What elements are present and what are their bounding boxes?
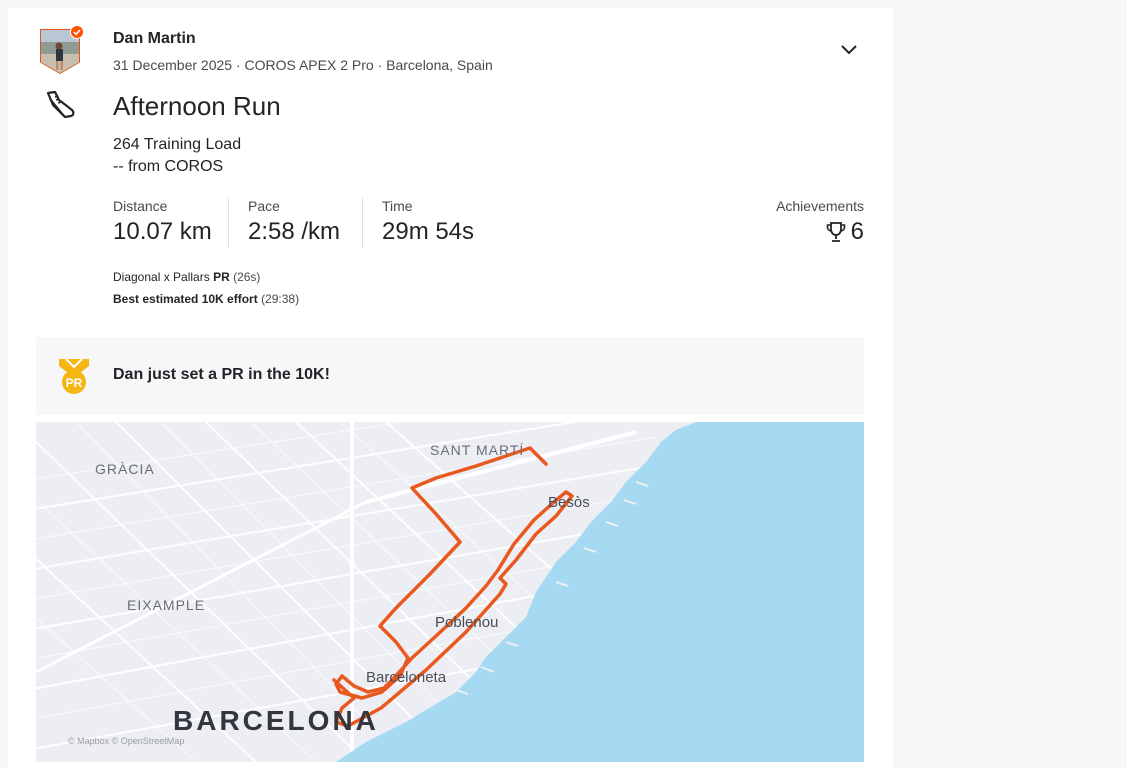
- map-label-eixample: EIXAMPLE: [127, 597, 206, 613]
- route-map[interactable]: GRÀCIA SANT MARTÍ EIXAMPLE Besòs Pobleno…: [36, 422, 864, 762]
- stat-label: Distance: [113, 198, 168, 214]
- segment-effort[interactable]: Diagonal x Pallars PR (26s): [113, 270, 260, 284]
- segment-detail: (26s): [233, 270, 261, 284]
- training-load: 264 Training Load: [113, 136, 242, 153]
- stat-time: Time 29m 54s: [382, 198, 474, 246]
- stat-value: 2:58 /km: [248, 218, 341, 245]
- pr-banner[interactable]: PR Dan just set a PR in the 10K!: [36, 337, 864, 415]
- stat-label: Time: [382, 198, 413, 214]
- activity-meta: 31 December 2025 · COROS APEX 2 Pro · Ba…: [113, 57, 493, 73]
- map-label-besos: Besòs: [548, 494, 590, 511]
- map-label-poblenou: Poblenou: [435, 614, 499, 631]
- stat-label: Pace: [248, 198, 280, 214]
- segment-name: Diagonal x Pallars: [113, 270, 210, 284]
- athlete-name[interactable]: Dan Martin: [113, 30, 196, 48]
- stat-label: Achievements: [776, 198, 864, 214]
- map-label-barcelona: BARCELONA: [173, 705, 379, 736]
- activity-card: Dan Martin 31 December 2025 · COROS APEX…: [8, 8, 893, 768]
- trophy-icon: [826, 222, 845, 242]
- chevron-down-icon[interactable]: [838, 38, 860, 60]
- stat-distance: Distance 10.07 km: [113, 198, 212, 246]
- activity-title[interactable]: Afternoon Run: [113, 91, 281, 122]
- stat-achievements[interactable]: Achievements 6: [776, 198, 864, 246]
- stat-value: 29m 54s: [382, 218, 475, 245]
- map-attribution[interactable]: © Mapbox © OpenStreetMap: [68, 736, 184, 746]
- stat-divider: [362, 198, 363, 248]
- svg-text:PR: PR: [66, 376, 83, 390]
- data-source: -- from COROS: [113, 158, 224, 175]
- verified-badge-icon: [70, 25, 84, 39]
- best-effort-name: Best estimated 10K effort: [113, 292, 258, 306]
- running-shoe-icon: [46, 90, 75, 119]
- map-label-barceloneta: Barceloneta: [366, 669, 447, 686]
- pr-badge: PR: [213, 270, 230, 284]
- stat-value: 10.07 km: [113, 218, 212, 245]
- stat-pace: Pace 2:58 /km: [248, 198, 340, 246]
- best-effort[interactable]: Best estimated 10K effort (29:38): [113, 292, 299, 306]
- best-effort-detail: (29:38): [261, 292, 300, 306]
- athlete-avatar[interactable]: [39, 25, 84, 74]
- pr-medal-icon: PR: [59, 358, 89, 394]
- pr-banner-text: Dan just set a PR in the 10K!: [113, 366, 330, 383]
- map-label-sant-marti: SANT MARTÍ: [430, 442, 525, 458]
- stat-divider: [228, 198, 229, 248]
- achievement-count: 6: [850, 218, 864, 245]
- map-label-gracia: GRÀCIA: [95, 461, 155, 477]
